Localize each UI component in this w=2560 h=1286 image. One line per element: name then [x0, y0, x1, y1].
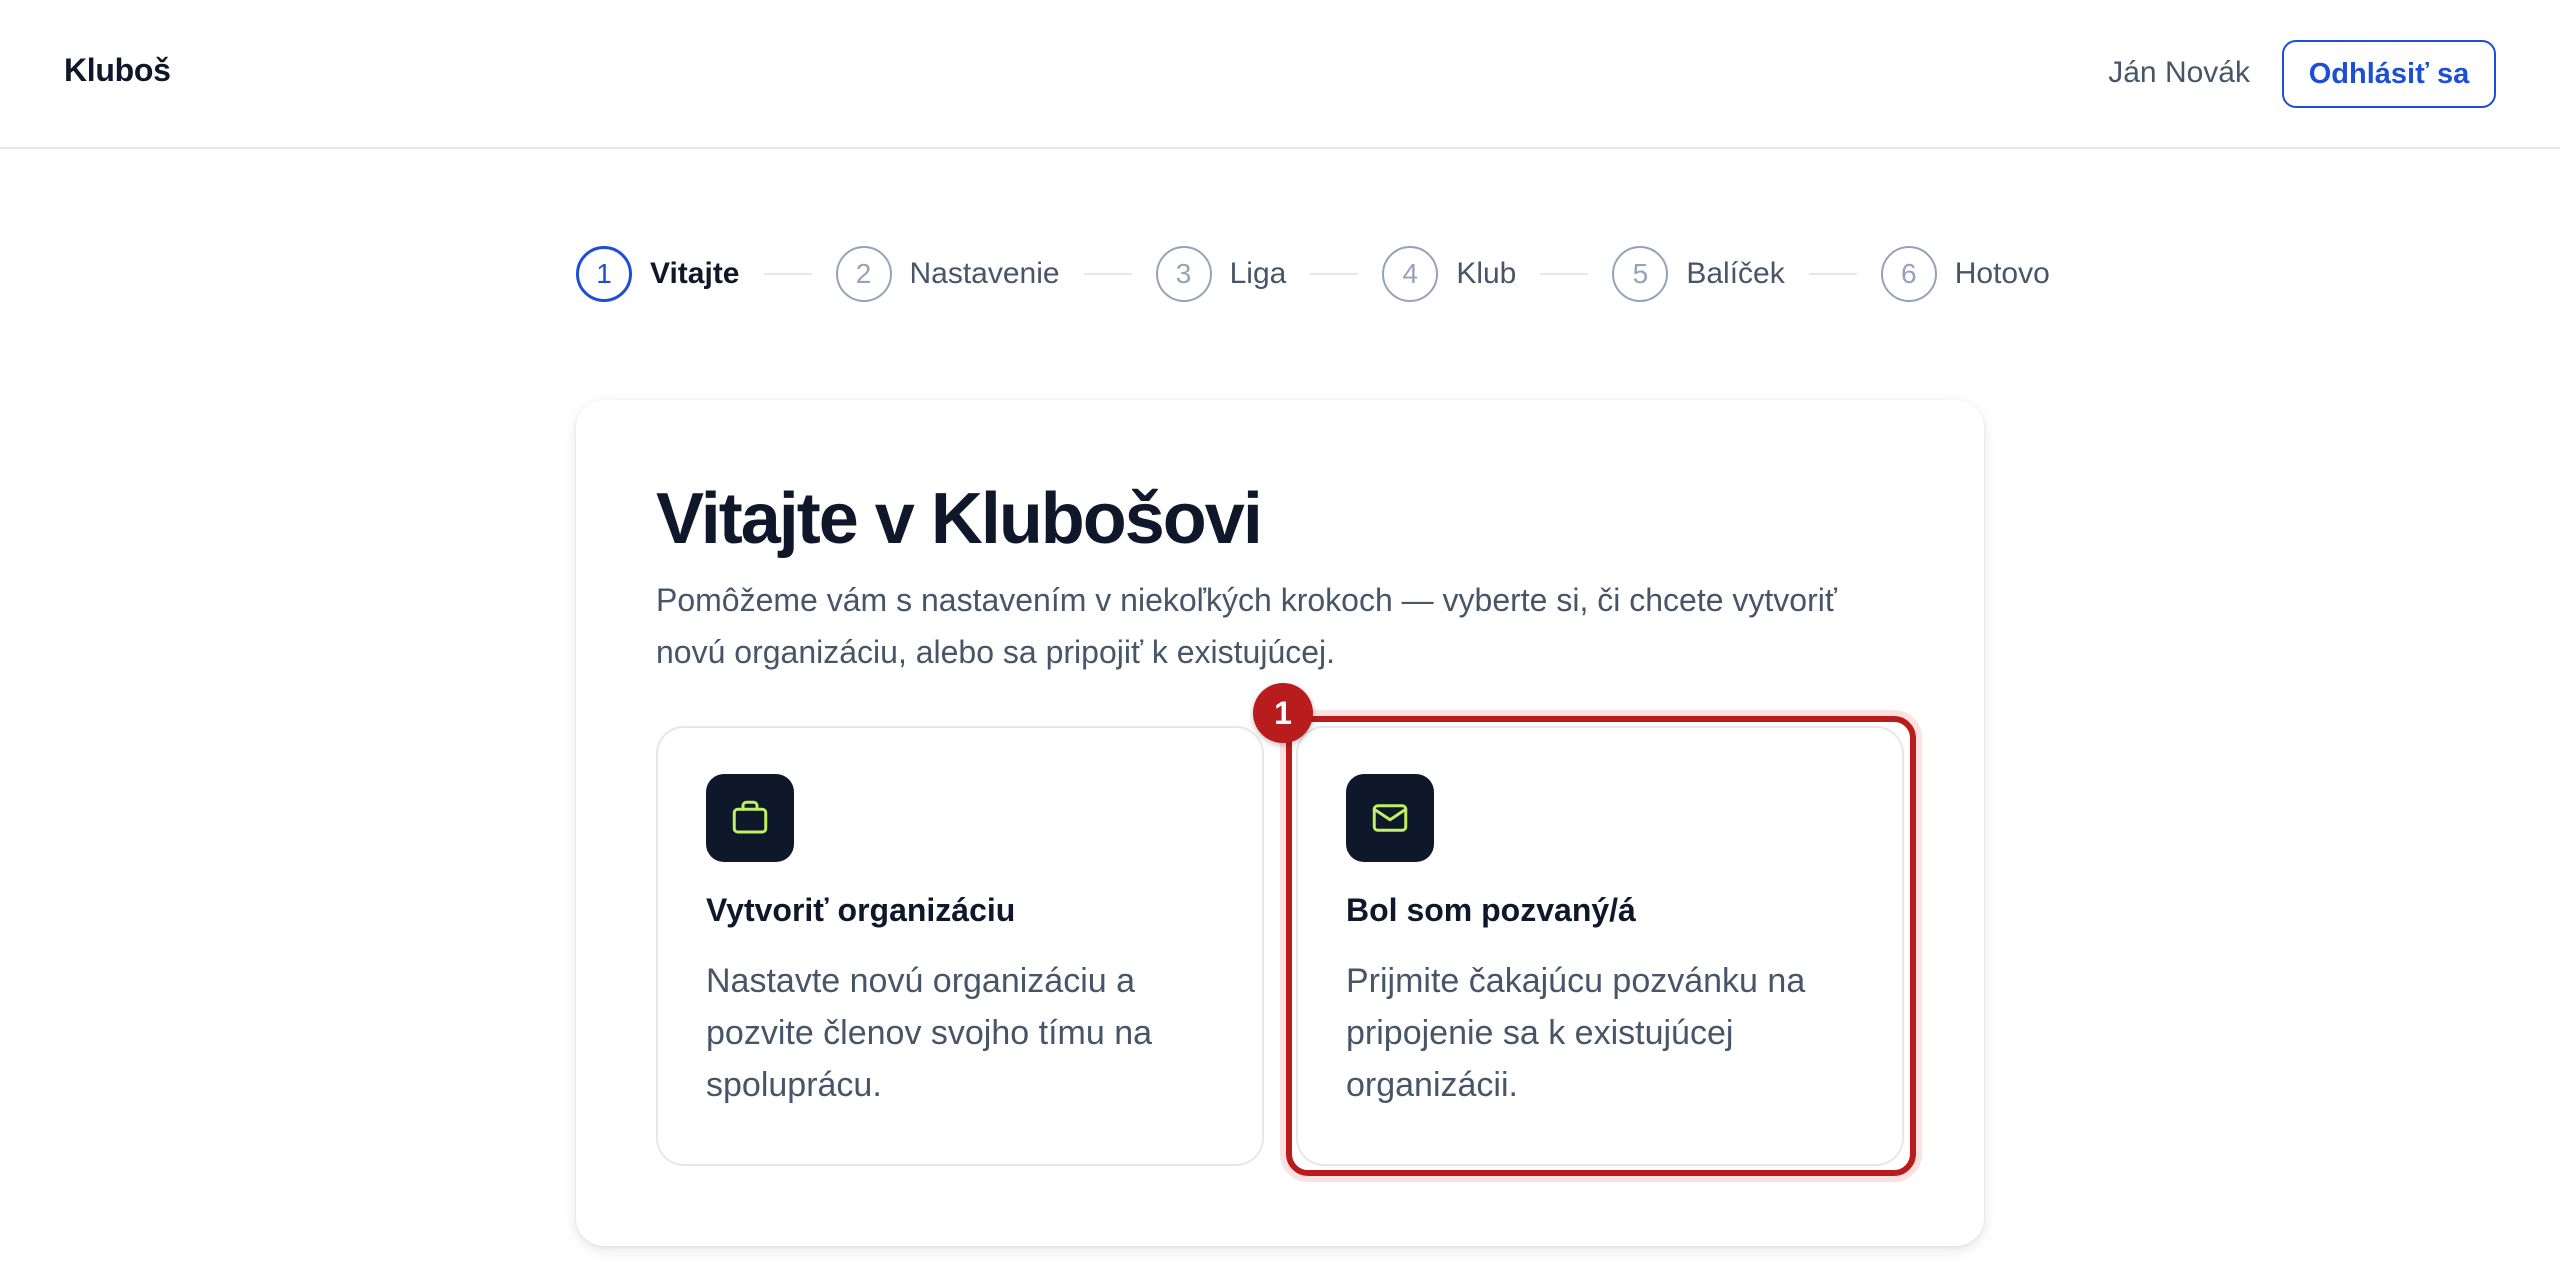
page-title: Vitajte v Klubošovi: [656, 479, 1263, 559]
step-separator: [1083, 273, 1132, 275]
step-5: 5 Balíček: [1612, 246, 1785, 302]
step-number: 6: [1880, 246, 1937, 302]
step-label: Vitajte: [650, 257, 740, 290]
step-number: 4: [1382, 246, 1439, 302]
create-organization-option[interactable]: Vytvoriť organizáciu Nastavte novú organ…: [656, 726, 1264, 1166]
welcome-card: Vitajte v Klubošovi Pomôžeme vám s nasta…: [576, 400, 1984, 1246]
onboarding-stepper: 1 Vitajte 2 Nastavenie 3 Liga 4 Klub 5 B…: [576, 244, 2050, 304]
step-separator: [1310, 273, 1359, 275]
step-separator: [1808, 273, 1857, 275]
step-2: 2 Nastavenie: [835, 246, 1060, 302]
step-label: Balíček: [1686, 257, 1785, 290]
option-description: Nastavte novú organizáciu a pozvite člen…: [706, 962, 1153, 1104]
page-subtitle: Pomôžeme vám s nastavením v niekoľkých k…: [656, 582, 1837, 670]
step-number: 1: [576, 246, 632, 302]
step-separator: [763, 273, 812, 275]
briefcase-icon: [706, 774, 794, 862]
step-3: 3 Liga: [1155, 246, 1287, 302]
step-number: 5: [1612, 246, 1669, 302]
invited-option[interactable]: Bol som pozvaný/á Prijmite čakajúcu pozv…: [1296, 726, 1904, 1166]
option-title: Bol som pozvaný/á: [1346, 892, 1636, 928]
step-1: 1 Vitajte: [576, 246, 740, 302]
step-6: 6 Hotovo: [1880, 246, 2050, 302]
logout-button[interactable]: Odhlásiť sa: [2282, 40, 2496, 108]
step-label: Nastavenie: [909, 257, 1060, 290]
option-description: Prijmite čakajúcu pozvánku na pripojenie…: [1346, 962, 1806, 1104]
option-title: Vytvoriť organizáciu: [706, 892, 1016, 928]
step-4: 4 Klub: [1382, 246, 1516, 302]
brand-logo[interactable]: Kluboš: [64, 52, 171, 89]
top-bar: Kluboš Ján Novák Odhlásiť sa: [0, 0, 2560, 149]
step-number: 2: [835, 246, 892, 302]
user-name: Ján Novák: [2108, 56, 2250, 89]
step-label: Hotovo: [1954, 257, 2050, 290]
step-label: Liga: [1229, 257, 1287, 290]
mail-icon: [1346, 774, 1434, 862]
annotation-badge: 1: [1253, 683, 1313, 743]
step-separator: [1540, 273, 1589, 275]
step-label: Klub: [1456, 257, 1517, 290]
step-number: 3: [1155, 246, 1212, 302]
